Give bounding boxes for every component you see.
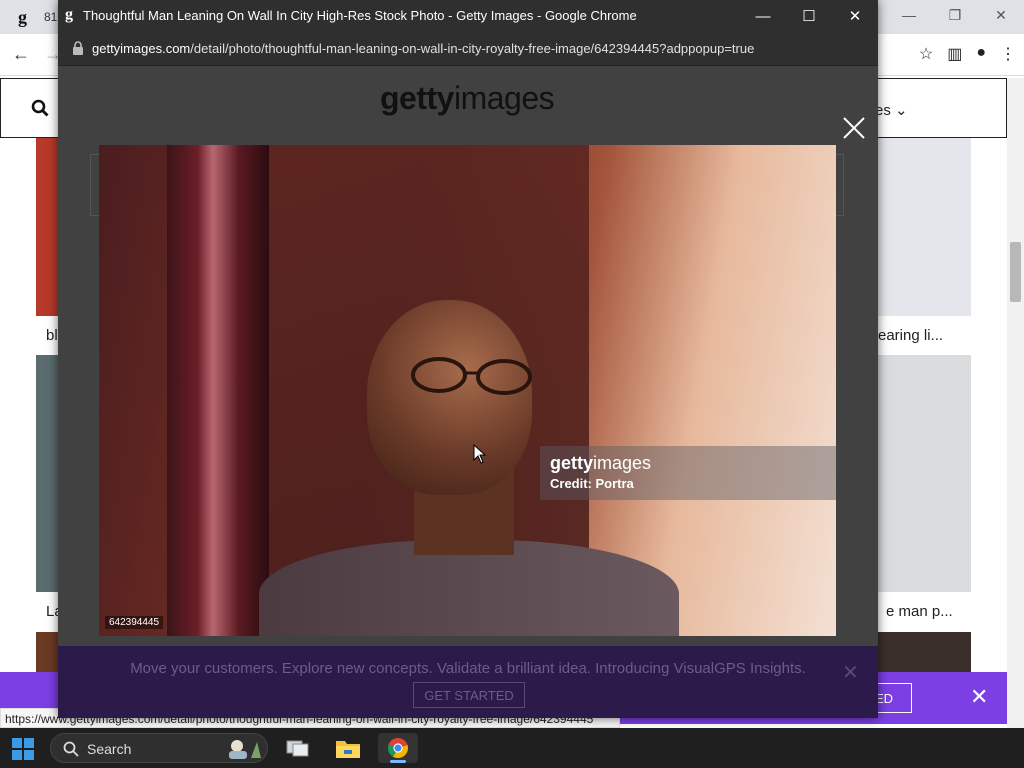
taskbar-search-box[interactable]: Search <box>50 733 268 763</box>
restore-icon[interactable]: ❐ <box>932 0 978 30</box>
result-thumbnail[interactable] <box>36 138 60 316</box>
watermark-logo: gettyimages <box>550 453 652 473</box>
toolbar-icons: ☆ ▥ ● ⋮ <box>919 44 1016 64</box>
close-icon[interactable] <box>840 114 868 142</box>
search-highlight-art-icon <box>229 740 261 759</box>
result-thumbnail[interactable] <box>36 632 60 672</box>
mouse-cursor-icon <box>473 444 487 464</box>
result-thumbnail[interactable] <box>878 355 971 592</box>
search-icon[interactable] <box>31 99 49 117</box>
photo-credit: Credit: Portra <box>550 476 634 491</box>
glasses-shape <box>411 357 532 395</box>
get-started-button[interactable]: GET STARTED <box>413 682 525 708</box>
maximize-icon[interactable]: ☐ <box>786 0 832 32</box>
popup-window-controls: — ☐ ✕ <box>740 0 878 32</box>
result-caption[interactable]: e man p... <box>886 603 953 620</box>
close-icon[interactable]: ✕ <box>978 0 1024 30</box>
lock-icon[interactable] <box>72 41 84 55</box>
search-icon <box>63 741 79 757</box>
folder-icon <box>336 741 360 758</box>
taskbar-search-label: Search <box>87 741 132 757</box>
promo-text: Move your customers. Explore new concept… <box>130 660 806 677</box>
taskbar-app-chrome[interactable] <box>378 733 418 763</box>
promo-close-icon[interactable]: ✕ <box>842 660 859 685</box>
chrome-icon <box>388 738 408 759</box>
popup-address-bar[interactable]: gettyimages.com/detail/photo/thoughtful-… <box>58 32 878 66</box>
promo-strip: Move your customers. Explore new concept… <box>58 646 878 718</box>
result-thumbnail[interactable] <box>878 632 971 672</box>
result-thumbnail[interactable] <box>878 138 971 316</box>
image-id-label: 642394445 <box>105 616 164 629</box>
side-panel-icon[interactable]: ▥ <box>947 44 962 64</box>
minimize-icon[interactable]: — <box>886 0 932 30</box>
scrollbar-thumb[interactable] <box>1010 242 1021 302</box>
popup-page: gettyimages gettyimages Credit: Portra 6… <box>58 66 878 718</box>
taskbar-app-task-view[interactable] <box>278 733 318 763</box>
screen: g 81 — ❐ ✕ ← → ☆ ▥ ● ⋮ es ⌄ bl earing li <box>0 0 1024 768</box>
back-arrow-icon[interactable]: ← <box>12 44 30 65</box>
minimize-icon[interactable]: — <box>740 0 786 32</box>
page-scrollbar[interactable] <box>1007 78 1024 728</box>
image-popup-window: g Thoughtful Man Leaning On Wall In City… <box>58 0 878 718</box>
background-window-controls: — ❐ ✕ <box>886 0 1024 30</box>
result-thumbnail[interactable] <box>36 355 60 592</box>
getty-images-logo[interactable]: gettyimages <box>380 80 555 117</box>
profile-icon[interactable]: ● <box>976 44 986 64</box>
header-menu-fragment[interactable]: es ⌄ <box>875 101 908 119</box>
windows-start-icon[interactable] <box>12 738 34 760</box>
getty-favicon-icon: g <box>65 6 73 23</box>
background-tab-title[interactable]: 81 <box>44 10 57 24</box>
result-caption[interactable]: earing li... <box>878 327 943 344</box>
menu-kebab-icon[interactable]: ⋮ <box>1000 44 1016 64</box>
chevron-down-icon: ⌄ <box>895 102 908 119</box>
photo-head <box>367 300 532 495</box>
popup-titlebar[interactable]: g Thoughtful Man Leaning On Wall In City… <box>58 0 878 32</box>
taskbar-app-file-explorer[interactable] <box>328 733 368 763</box>
task-view-icon <box>286 740 309 757</box>
result-caption[interactable]: bl <box>46 327 58 344</box>
close-icon[interactable]: ✕ <box>832 0 878 32</box>
popup-url-text: gettyimages.com/detail/photo/thoughtful-… <box>92 41 754 56</box>
url-domain: gettyimages.com <box>92 41 191 56</box>
bookmark-star-icon[interactable]: ☆ <box>919 44 933 64</box>
url-path: /detail/photo/thoughtful-man-leaning-on-… <box>190 41 755 56</box>
getty-favicon-icon: g <box>18 7 27 27</box>
taskbar: Search <box>0 728 1024 768</box>
stock-photo[interactable]: gettyimages Credit: Portra 642394445 <box>99 145 836 636</box>
popup-window-title: Thoughtful Man Leaning On Wall In City H… <box>83 8 637 23</box>
photo-pole <box>167 145 269 636</box>
banner-close-icon[interactable]: ✕ <box>970 684 988 710</box>
